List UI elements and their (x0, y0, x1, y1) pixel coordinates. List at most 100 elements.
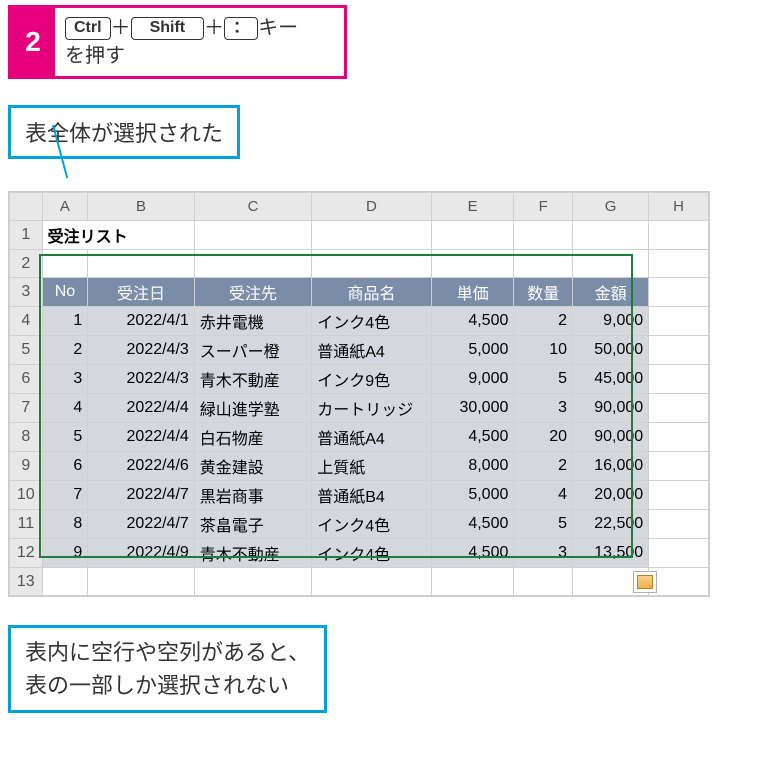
sheet-title[interactable]: 受注リスト (42, 221, 194, 250)
cell[interactable]: 5,000 (431, 336, 514, 365)
cell[interactable]: 2 (514, 307, 573, 336)
cell[interactable]: 青木不動産 (194, 539, 311, 568)
cell[interactable]: 茶畠電子 (194, 510, 311, 539)
hdr-amount[interactable]: 金額 (573, 278, 649, 307)
hdr-qty[interactable]: 数量 (514, 278, 573, 307)
table-row[interactable]: 632022/4/3青木不動産インク9色9,000545,000 (10, 365, 709, 394)
col-A[interactable]: A (42, 193, 88, 221)
cell[interactable]: 4,500 (431, 539, 514, 568)
cell[interactable]: 2022/4/7 (88, 481, 195, 510)
cell[interactable]: 2022/4/9 (88, 539, 195, 568)
table-row[interactable]: 962022/4/6黄金建設上質紙8,000216,000 (10, 452, 709, 481)
cell[interactable]: 20,000 (573, 481, 649, 510)
cell[interactable]: インク4色 (312, 510, 432, 539)
cell[interactable]: 黄金建設 (194, 452, 311, 481)
cell[interactable]: 5 (514, 365, 573, 394)
cell[interactable]: 5,000 (431, 481, 514, 510)
cell[interactable]: 普通紙B4 (312, 481, 432, 510)
cell[interactable]: 5 (42, 423, 88, 452)
col-F[interactable]: F (514, 193, 573, 221)
cell[interactable]: 3 (514, 394, 573, 423)
table-row[interactable]: 852022/4/4白石物産普通紙A44,5002090,000 (10, 423, 709, 452)
table-row[interactable]: 412022/4/1赤井電機インク4色4,50029,000 (10, 307, 709, 336)
cell[interactable]: 4 (42, 394, 88, 423)
hdr-price[interactable]: 単価 (431, 278, 514, 307)
cell[interactable]: 9,000 (431, 365, 514, 394)
step-text: Ctrl＋Shift＋：キー を押す (55, 8, 308, 76)
cell[interactable]: スーパー橙 (194, 336, 311, 365)
cell[interactable]: 青木不動産 (194, 365, 311, 394)
cell[interactable]: 2 (42, 336, 88, 365)
cell[interactable]: 1 (42, 307, 88, 336)
cell[interactable]: カートリッジ (312, 394, 432, 423)
table-row[interactable]: 1292022/4/9青木不動産インク4色4,500313,500 (10, 539, 709, 568)
cell[interactable]: 10 (514, 336, 573, 365)
cell[interactable]: 4,500 (431, 510, 514, 539)
cell[interactable]: 4,500 (431, 423, 514, 452)
col-C[interactable]: C (194, 193, 311, 221)
cell[interactable]: 8 (42, 510, 88, 539)
cell[interactable]: 上質紙 (312, 452, 432, 481)
cell[interactable]: 5 (514, 510, 573, 539)
col-E[interactable]: E (431, 193, 514, 221)
cell[interactable]: インク4色 (312, 307, 432, 336)
cell[interactable]: インク4色 (312, 539, 432, 568)
grid[interactable]: A B C D E F G H 1 受注リスト 2 3 No 受注日 受注先 商… (9, 192, 709, 596)
callout-note: 表内に空行や空列があると、 表の一部しか選択されない (8, 625, 327, 713)
cell[interactable]: 50,000 (573, 336, 649, 365)
col-B[interactable]: B (88, 193, 195, 221)
step-number: 2 (11, 8, 55, 76)
cell[interactable]: 90,000 (573, 394, 649, 423)
cell[interactable]: 4 (514, 481, 573, 510)
cell[interactable]: 2 (514, 452, 573, 481)
cell[interactable]: 白石物産 (194, 423, 311, 452)
cell[interactable]: 13,500 (573, 539, 649, 568)
select-all[interactable] (10, 193, 43, 221)
cell[interactable]: 9,000 (573, 307, 649, 336)
cell[interactable]: 2022/4/3 (88, 336, 195, 365)
hdr-date[interactable]: 受注日 (88, 278, 195, 307)
row-2[interactable]: 2 (10, 250, 709, 278)
cell[interactable]: 黒岩商事 (194, 481, 311, 510)
cell[interactable]: 7 (42, 481, 88, 510)
col-G[interactable]: G (573, 193, 649, 221)
table-row[interactable]: 742022/4/4緑山進学塾カートリッジ30,000390,000 (10, 394, 709, 423)
cell[interactable]: 緑山進学塾 (194, 394, 311, 423)
hdr-client[interactable]: 受注先 (194, 278, 311, 307)
cell[interactable]: 9 (42, 539, 88, 568)
cell[interactable]: 8,000 (431, 452, 514, 481)
column-headers[interactable]: A B C D E F G H (10, 193, 709, 221)
col-D[interactable]: D (312, 193, 432, 221)
hdr-no[interactable]: No (42, 278, 88, 307)
cell[interactable]: 2022/4/3 (88, 365, 195, 394)
cell[interactable]: 45,000 (573, 365, 649, 394)
row-13[interactable]: 13 (10, 568, 709, 596)
cell[interactable]: 2022/4/1 (88, 307, 195, 336)
cell[interactable]: インク9色 (312, 365, 432, 394)
cell[interactable]: 2022/4/7 (88, 510, 195, 539)
cell[interactable]: 6 (42, 452, 88, 481)
table-row[interactable]: 522022/4/3スーパー橙普通紙A45,0001050,000 (10, 336, 709, 365)
table-row[interactable]: 1072022/4/7黒岩商事普通紙B45,000420,000 (10, 481, 709, 510)
cell[interactable]: 3 (42, 365, 88, 394)
table-row[interactable]: 1182022/4/7茶畠電子インク4色4,500522,500 (10, 510, 709, 539)
cell[interactable]: 4,500 (431, 307, 514, 336)
header-row[interactable]: 3 No 受注日 受注先 商品名 単価 数量 金額 (10, 278, 709, 307)
cell[interactable]: 22,500 (573, 510, 649, 539)
cell[interactable]: 2022/4/4 (88, 394, 195, 423)
row-1[interactable]: 1 受注リスト (10, 221, 709, 250)
cell[interactable]: 3 (514, 539, 573, 568)
cell[interactable]: 16,000 (573, 452, 649, 481)
cell[interactable]: 赤井電機 (194, 307, 311, 336)
hdr-product[interactable]: 商品名 (312, 278, 432, 307)
col-H[interactable]: H (649, 193, 709, 221)
cell[interactable]: 20 (514, 423, 573, 452)
spreadsheet[interactable]: A B C D E F G H 1 受注リスト 2 3 No 受注日 受注先 商… (8, 191, 710, 597)
cell[interactable]: 普通紙A4 (312, 336, 432, 365)
cell[interactable]: 2022/4/6 (88, 452, 195, 481)
cell[interactable]: 30,000 (431, 394, 514, 423)
cell[interactable]: 90,000 (573, 423, 649, 452)
cell[interactable]: 普通紙A4 (312, 423, 432, 452)
cell[interactable]: 2022/4/4 (88, 423, 195, 452)
quick-analysis-icon[interactable] (633, 571, 657, 593)
